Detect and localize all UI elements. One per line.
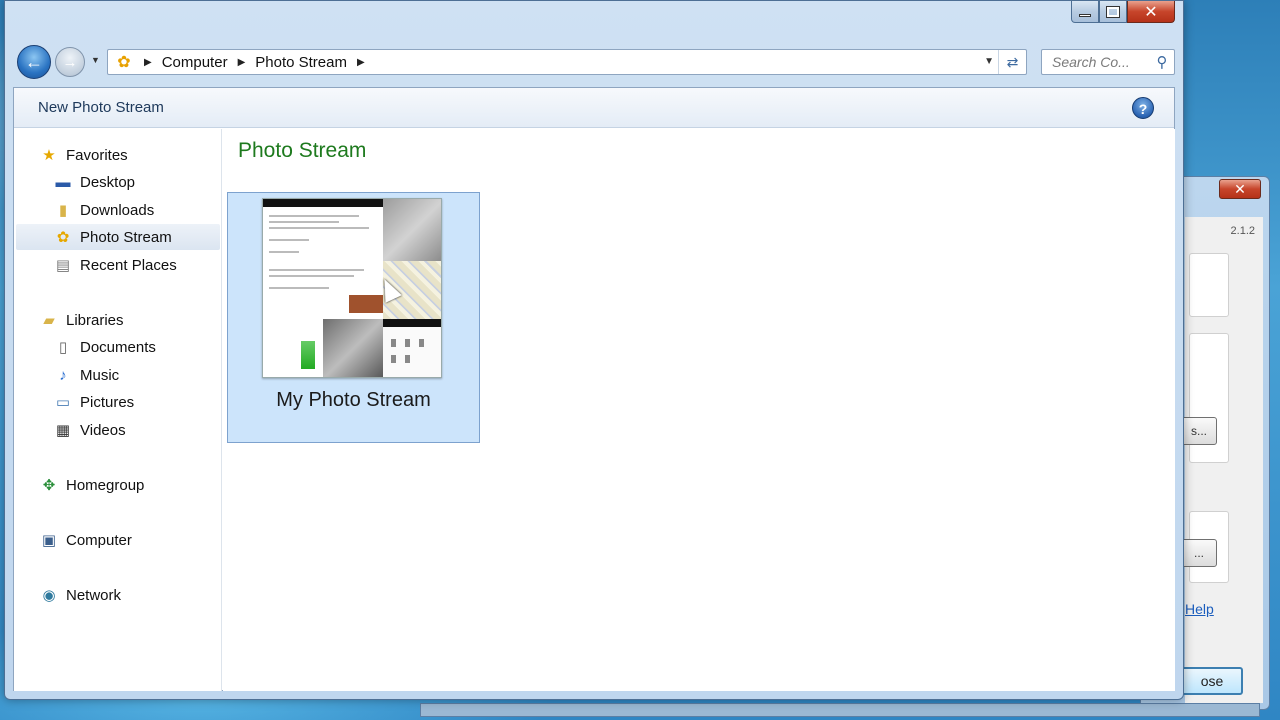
header-bar: New Photo Stream ? (14, 88, 1174, 128)
close-button[interactable]: ✕ (1127, 1, 1175, 23)
navigation-pane: ★ Favorites ▬ Desktop ▮ Downloads ✿ Phot… (14, 129, 222, 691)
homegroup-icon: ✥ (42, 477, 56, 494)
sidebar-item-network[interactable]: ◉ Network (16, 582, 220, 608)
sidebar-item-recent-places[interactable]: ▤ Recent Places (16, 252, 220, 278)
sidebar-item-pictures[interactable]: ▭ Pictures (16, 389, 220, 415)
background-window-close-button[interactable]: ✕ (1219, 179, 1261, 199)
thumbnail-quadrant (383, 319, 441, 377)
section-title: Photo Stream (238, 139, 367, 162)
recent-places-icon: ▤ (55, 257, 71, 274)
breadcrumb-computer[interactable]: Computer (162, 54, 228, 71)
sidebar-item-desktop[interactable]: ▬ Desktop (16, 169, 220, 195)
sidebar-item-downloads[interactable]: ▮ Downloads (16, 197, 220, 223)
forward-button[interactable]: → (55, 47, 85, 77)
sidebar-item-label: Favorites (66, 146, 128, 164)
sidebar-item-label: Network (66, 586, 122, 604)
help-icon[interactable]: ? (1132, 97, 1154, 119)
search-placeholder[interactable]: Search Co... (1052, 54, 1150, 70)
pictures-icon: ▭ (55, 394, 71, 411)
photo-stream-tile[interactable]: My Photo Stream (227, 192, 480, 443)
background-window-version: 2.1.2 (1230, 225, 1255, 237)
sidebar-item-label: Homegroup (66, 476, 145, 494)
sidebar-item-videos[interactable]: ▦ Videos (16, 417, 220, 443)
back-arrow-icon: ← (25, 51, 43, 72)
photo-stream-icon: ✿ (117, 54, 131, 71)
sidebar-item-favorites[interactable]: ★ Favorites (16, 142, 220, 168)
sidebar-item-libraries[interactable]: ▰ Libraries (16, 307, 220, 333)
chevron-right-icon[interactable]: ▶ (238, 57, 246, 68)
chevron-right-icon[interactable]: ▶ (144, 57, 152, 68)
background-window-options-button[interactable]: s... (1181, 417, 1217, 445)
content-pane: Photo Stream My Photo Stream (223, 129, 1175, 691)
sidebar-item-label: Downloads (80, 201, 155, 219)
sidebar-item-photo-stream[interactable]: ✿ Photo Stream (16, 224, 220, 250)
sidebar-item-label: Pictures (80, 393, 135, 411)
page-title: New Photo Stream (38, 99, 164, 116)
navigation-bar: ← → ▼ ✿ ▶ Computer ▶ Photo Stream ▶ ▼ ⇄ … (17, 43, 1177, 83)
sidebar-item-computer[interactable]: ▣ Computer (16, 527, 220, 553)
refresh-icon[interactable]: ⇄ (998, 50, 1026, 74)
background-window-panel (1189, 253, 1229, 317)
sidebar-item-label: Computer (66, 531, 132, 549)
documents-icon: ▯ (58, 339, 68, 356)
thumbnail-quadrant (263, 199, 383, 319)
forward-arrow-icon: → (62, 53, 78, 71)
search-input[interactable]: Search Co... ⚲ (1041, 49, 1175, 75)
back-button[interactable]: ← (17, 45, 51, 79)
computer-icon: ▣ (41, 532, 57, 549)
sidebar-item-homegroup[interactable]: ✥ Homegroup (16, 472, 220, 498)
maximize-button[interactable] (1099, 1, 1127, 23)
photo-stream-thumbnail[interactable] (262, 198, 442, 378)
background-window-edge (420, 703, 1260, 717)
background-window-close-action[interactable]: ose (1181, 667, 1243, 695)
libraries-icon: ▰ (43, 312, 55, 329)
client-area: New Photo Stream ? ★ Favorites ▬ Desktop… (13, 87, 1175, 691)
star-icon: ★ (42, 147, 56, 164)
sidebar-item-label: Music (80, 366, 120, 384)
background-window-options-button-2[interactable]: ... (1181, 539, 1217, 567)
sidebar-item-label: Libraries (66, 311, 124, 329)
sidebar-item-label: Recent Places (80, 256, 177, 274)
tile-label: My Photo Stream (276, 389, 431, 411)
sidebar-item-label: Photo Stream (80, 228, 172, 246)
sidebar-item-documents[interactable]: ▯ Documents (16, 334, 220, 360)
downloads-folder-icon: ▮ (58, 202, 68, 219)
breadcrumb-photo-stream[interactable]: Photo Stream (255, 54, 347, 71)
recent-pages-dropdown[interactable]: ▼ (91, 55, 100, 65)
sidebar-item-label: Videos (80, 421, 126, 439)
background-window-help-link[interactable]: Help (1185, 601, 1214, 617)
address-bar[interactable]: ✿ ▶ Computer ▶ Photo Stream ▶ ▼ ⇄ (107, 49, 1027, 75)
thumbnail-quadrant (323, 319, 383, 377)
sidebar-item-music[interactable]: ♪ Music (16, 362, 220, 388)
minimize-button[interactable] (1071, 1, 1099, 23)
photo-stream-icon: ✿ (56, 229, 70, 246)
network-icon: ◉ (42, 587, 56, 604)
sidebar-item-label: Documents (80, 338, 156, 356)
desktop-icon: ▬ (55, 173, 71, 191)
thumbnail-quadrant (383, 199, 441, 261)
chevron-right-icon[interactable]: ▶ (357, 57, 365, 68)
address-dropdown-icon[interactable]: ▼ (984, 56, 994, 67)
search-icon[interactable]: ⚲ (1150, 53, 1174, 71)
explorer-window: ✕ ← → ▼ ✿ ▶ Computer ▶ Photo Stream ▶ ▼ … (4, 0, 1184, 700)
videos-icon: ▦ (55, 422, 71, 439)
sidebar-item-label: Desktop (80, 173, 136, 191)
thumbnail-quadrant (263, 319, 323, 377)
caption-buttons: ✕ (1071, 1, 1175, 23)
music-icon: ♪ (59, 366, 67, 384)
